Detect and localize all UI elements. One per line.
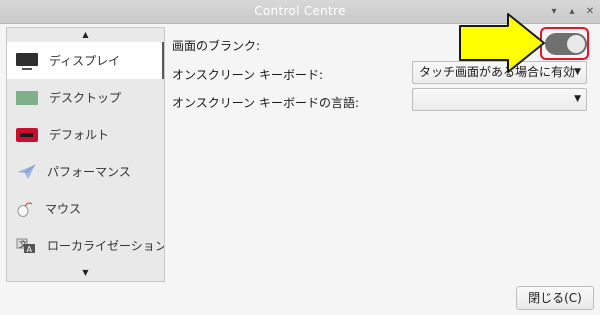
close-button[interactable]: 閉じる(C) (516, 286, 594, 310)
sidebar-item-desktop[interactable]: デスクトップ (7, 79, 164, 116)
minimize-button[interactable]: ▾ (547, 5, 561, 19)
osk-language-label: オンスクリーン キーボードの言語: (172, 96, 360, 110)
sidebar-item-display[interactable]: ディスプレイ (7, 42, 164, 79)
display-icon (16, 53, 38, 70)
desktop-icon (16, 90, 38, 105)
sidebar-item-label: パフォーマンス (47, 165, 131, 179)
mouse-icon (16, 201, 34, 217)
sidebar-item-label: マウス (45, 202, 82, 216)
sidebar-item-default[interactable]: デフォルト (7, 116, 164, 153)
sidebar: ▲ ディスプレイ デスクトップ デフォルト パフォーマンス マウス 文A ローカ… (6, 27, 165, 282)
close-window-button[interactable]: ✕ (583, 5, 597, 19)
title-bar: Control Centre ▾ ▴ ✕ (0, 0, 600, 24)
osk-mode-value: タッチ画面がある場合に有効 (419, 65, 576, 79)
localization-icon: 文A (16, 238, 36, 254)
sidebar-item-label: デスクトップ (49, 91, 122, 105)
sidebar-scroll-down-button[interactable]: ▼ (7, 266, 164, 280)
performance-icon (16, 164, 36, 180)
osk-language-select[interactable]: ▼ (412, 88, 587, 111)
settings-panel: 画面のブランク: オンスクリーン キーボード: タッチ画面がある場合に有効 ▼ … (167, 27, 594, 282)
sidebar-item-label: ディスプレイ (49, 54, 121, 68)
chevron-down-icon: ▼ (574, 94, 581, 104)
sidebar-item-label: ローカライゼーション (47, 239, 165, 253)
sidebar-item-localization[interactable]: 文A ローカライゼーション (7, 227, 165, 264)
svg-text:A: A (27, 245, 33, 254)
osk-label: オンスクリーン キーボード: (172, 68, 324, 82)
default-apps-icon (16, 127, 38, 142)
chevron-down-icon: ▼ (574, 67, 581, 77)
sidebar-item-mouse[interactable]: マウス (7, 190, 164, 227)
highlight-box (540, 27, 589, 60)
sidebar-item-label: デフォルト (49, 128, 110, 142)
osk-mode-select[interactable]: タッチ画面がある場合に有効 ▼ (412, 61, 587, 84)
sidebar-item-performance[interactable]: パフォーマンス (7, 153, 164, 190)
maximize-button[interactable]: ▴ (565, 5, 579, 19)
screen-blank-label: 画面のブランク: (172, 39, 261, 53)
window-title: Control Centre (254, 4, 346, 18)
sidebar-scroll-up-button[interactable]: ▲ (7, 28, 164, 42)
